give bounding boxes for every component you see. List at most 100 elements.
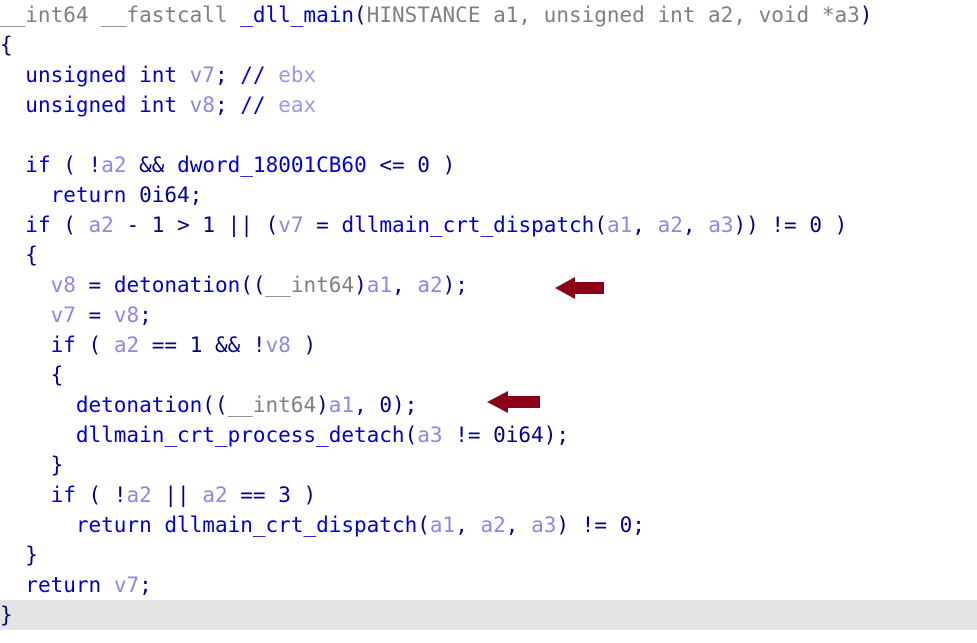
code-line[interactable]: return v7; bbox=[0, 570, 977, 600]
local-variable-token: v8 bbox=[50, 273, 76, 297]
function-name-token: dllmain_crt_process_detach bbox=[75, 423, 405, 447]
argument-token: a3 bbox=[708, 213, 734, 237]
comment-marker: // bbox=[240, 63, 266, 87]
comment-text: eax bbox=[278, 93, 317, 117]
local-variable-token: v7 bbox=[189, 63, 215, 87]
punctuation-token: ! bbox=[88, 153, 102, 177]
argument-token: a1 bbox=[607, 213, 633, 237]
punctuation-token: ; bbox=[214, 93, 241, 117]
argument-token: a2 bbox=[480, 513, 506, 537]
code-line[interactable]: } bbox=[0, 600, 977, 630]
comment-marker: // bbox=[240, 93, 266, 117]
code-line[interactable]: if ( a2 == 1 && !v8 ) bbox=[0, 330, 977, 360]
punctuation-token: { bbox=[0, 33, 13, 57]
code-line[interactable]: return 0i64; bbox=[0, 180, 977, 210]
punctuation-token: ( bbox=[75, 333, 114, 357]
code-line[interactable]: } bbox=[0, 540, 977, 570]
type-token: HINSTANCE a1, unsigned int a2, void *a3 bbox=[366, 3, 860, 27]
code-line[interactable]: return dllmain_crt_dispatch(a1, a2, a3) … bbox=[0, 510, 977, 540]
type-token: __int64 bbox=[227, 393, 317, 417]
code-line[interactable]: } bbox=[0, 450, 977, 480]
pseudocode-screenshot: __int64 __fastcall _dll_main(HINSTANCE a… bbox=[0, 0, 977, 643]
punctuation-token: ( bbox=[404, 423, 418, 447]
argument-token: a1 bbox=[366, 273, 393, 297]
punctuation-token: } bbox=[0, 543, 38, 567]
punctuation-token: (( bbox=[202, 393, 228, 417]
code-line[interactable]: unsigned int v8; // eax bbox=[0, 90, 977, 120]
punctuation-token: ; bbox=[139, 303, 152, 327]
code-line[interactable]: v8 = detonation((__int64)a1, a2); bbox=[0, 270, 977, 300]
punctuation-token: , bbox=[354, 393, 380, 417]
punctuation-token: ) bbox=[429, 153, 456, 177]
local-variable-token: v8 bbox=[265, 333, 291, 357]
keyword-token: if bbox=[25, 153, 51, 177]
punctuation-token: , bbox=[455, 513, 481, 537]
punctuation-token: ) bbox=[859, 3, 873, 27]
punctuation-token: ); bbox=[442, 273, 468, 297]
code-line[interactable]: { bbox=[0, 240, 977, 270]
code-line[interactable]: v7 = v8; bbox=[0, 300, 977, 330]
code-line[interactable]: if ( !a2 && dword_18001CB60 <= 0 ) bbox=[0, 150, 977, 180]
comment-text: ebx bbox=[278, 63, 317, 87]
punctuation-token: ; bbox=[214, 63, 241, 87]
punctuation-token: ( bbox=[50, 213, 89, 237]
function-name-token: dllmain_crt_dispatch bbox=[164, 513, 418, 537]
code-line[interactable]: __int64 __fastcall _dll_main(HINSTANCE a… bbox=[0, 0, 977, 30]
punctuation-token: , bbox=[632, 213, 658, 237]
code-line[interactable] bbox=[0, 120, 977, 150]
punctuation-token: ( bbox=[594, 213, 607, 237]
punctuation-token: = bbox=[75, 273, 114, 297]
local-variable-token: v7 bbox=[278, 213, 304, 237]
punctuation-token: { bbox=[0, 243, 38, 267]
punctuation-token: ( bbox=[50, 153, 89, 177]
punctuation-token: ) bbox=[290, 333, 317, 357]
punctuation-token: ) bbox=[290, 483, 317, 507]
argument-token: a2 bbox=[113, 333, 140, 357]
punctuation-token: == bbox=[139, 333, 190, 357]
local-variable-token: v7 bbox=[50, 303, 76, 327]
code-listing[interactable]: __int64 __fastcall _dll_main(HINSTANCE a… bbox=[0, 0, 977, 630]
code-line[interactable]: dllmain_crt_process_detach(a3 != 0i64); bbox=[0, 420, 977, 450]
punctuation-token: ; bbox=[189, 183, 203, 207]
keyword-token: return bbox=[50, 183, 127, 207]
global-symbol-token: dword_18001CB60 bbox=[177, 153, 367, 177]
argument-token: a1 bbox=[328, 393, 355, 417]
keyword-token: if bbox=[25, 213, 51, 237]
code-line[interactable]: detonation((__int64)a1, 0); bbox=[0, 390, 977, 420]
code-line[interactable]: unsigned int v7; // ebx bbox=[0, 60, 977, 90]
punctuation-token: && ! bbox=[202, 333, 266, 357]
punctuation-token: > bbox=[164, 213, 203, 237]
keyword-token: return bbox=[75, 513, 152, 537]
number-token: 0i64 bbox=[493, 423, 544, 447]
punctuation-token: - bbox=[113, 213, 152, 237]
local-variable-token: v8 bbox=[113, 303, 140, 327]
punctuation-token: , bbox=[682, 213, 709, 237]
code-line[interactable]: { bbox=[0, 360, 977, 390]
punctuation-token: ) != bbox=[556, 513, 620, 537]
punctuation-token: != bbox=[442, 423, 494, 447]
punctuation-token: || ( bbox=[215, 213, 279, 237]
code-line[interactable]: if ( a2 - 1 > 1 || (v7 = dllmain_crt_dis… bbox=[0, 210, 977, 240]
code-line[interactable]: if ( !a2 || a2 == 3 ) bbox=[0, 480, 977, 510]
code-line[interactable]: { bbox=[0, 30, 977, 60]
number-token: 3 bbox=[278, 483, 291, 507]
argument-token: a2 bbox=[657, 213, 683, 237]
punctuation-token: ); bbox=[543, 423, 569, 447]
punctuation-token: = bbox=[75, 303, 114, 327]
argument-token: a3 bbox=[531, 513, 557, 537]
number-token: 0 bbox=[619, 513, 633, 537]
keyword-token: unsigned int bbox=[25, 63, 178, 87]
punctuation-token: ) bbox=[354, 273, 367, 297]
